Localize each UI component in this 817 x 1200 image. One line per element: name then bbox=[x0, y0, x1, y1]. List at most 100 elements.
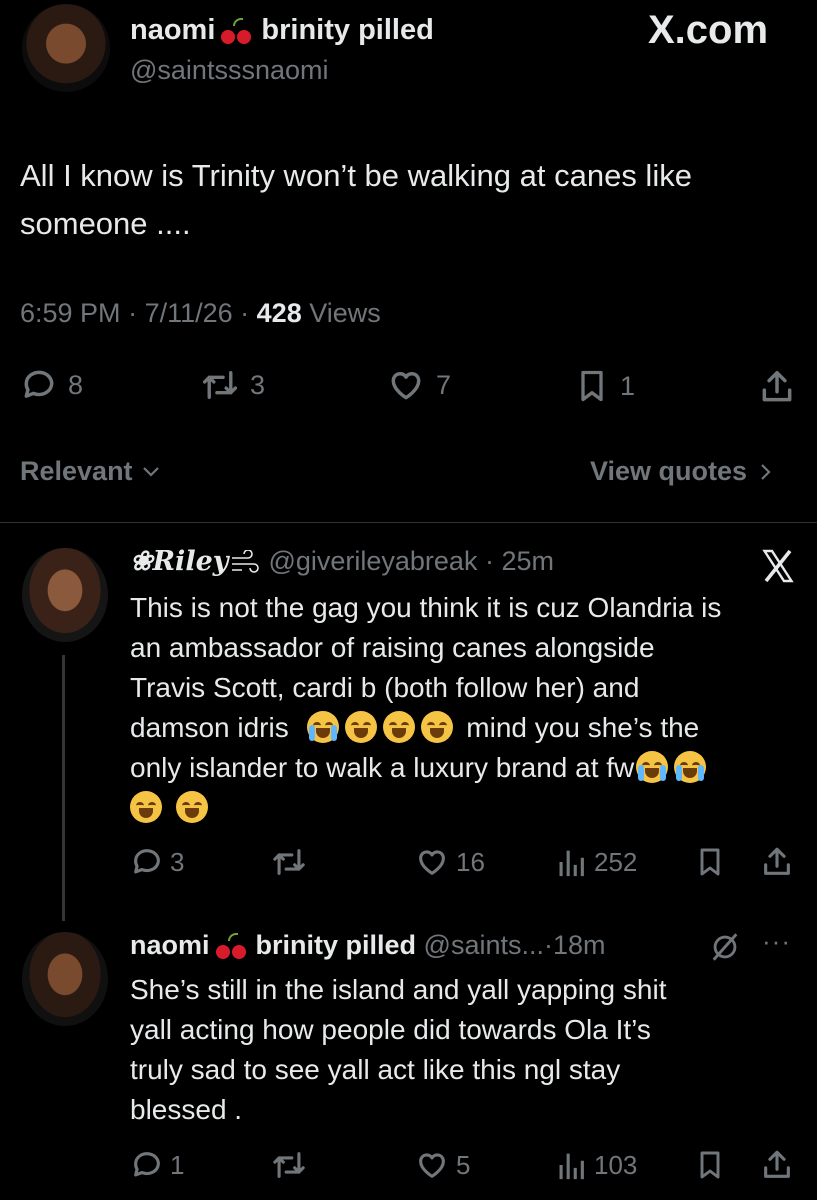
views-count: 428 bbox=[256, 298, 302, 328]
author-name-suffix: brinity pilled bbox=[261, 14, 434, 46]
like-count: 7 bbox=[436, 369, 452, 400]
reply-icon bbox=[24, 370, 54, 398]
tweet-text: All I know is Trinity won’t be walking a… bbox=[20, 152, 810, 248]
views-button[interactable]: 103 bbox=[556, 1148, 637, 1182]
repost-button[interactable] bbox=[270, 1148, 318, 1182]
reply-time[interactable]: 18m bbox=[553, 930, 606, 961]
reply-author-handle[interactable]: @giverileyabreak bbox=[268, 546, 477, 577]
repost-icon bbox=[273, 849, 305, 875]
reply-icon bbox=[134, 849, 160, 874]
reply-author-name-suffix[interactable]: brinity pilled bbox=[256, 930, 417, 961]
reply-text-line: yall acting how people did towards Ola I… bbox=[130, 1014, 651, 1045]
reply-button[interactable]: 1 bbox=[130, 1148, 184, 1182]
like-icon bbox=[391, 372, 421, 400]
laughing-cat-emoji bbox=[344, 711, 377, 743]
relevant-label: Relevant bbox=[20, 456, 133, 486]
author-name-row[interactable]: naomi brinity pilled bbox=[130, 14, 434, 47]
reply-author-handle[interactable]: @saints... bbox=[424, 930, 544, 961]
chevron-right-icon bbox=[761, 463, 771, 480]
share-button[interactable] bbox=[760, 843, 794, 881]
meta-separator: · bbox=[120, 298, 145, 328]
bookmark-button[interactable]: 1 bbox=[574, 366, 635, 406]
chevron-down-icon bbox=[142, 466, 159, 477]
avatar[interactable] bbox=[22, 932, 108, 1026]
laughing-cat-emoji bbox=[382, 711, 415, 743]
reply-text-line: an ambassador of raising canes alongside bbox=[130, 632, 655, 663]
text-segment: only islander to walk a luxury brand at … bbox=[130, 752, 635, 783]
laughing-cat-emoji bbox=[130, 791, 162, 823]
view-quotes-label: View quotes bbox=[590, 456, 748, 486]
tweet-text-line: All I know is Trinity won’t be walking a… bbox=[20, 158, 692, 193]
reply-count: 8 bbox=[68, 369, 84, 400]
divider bbox=[0, 522, 817, 523]
share-icon bbox=[764, 1150, 790, 1178]
share-icon bbox=[762, 371, 792, 402]
share-icon bbox=[764, 847, 790, 875]
crying-emoji bbox=[674, 751, 707, 783]
reply-text-line bbox=[130, 788, 805, 828]
bookmark-icon bbox=[700, 1151, 720, 1179]
bookmark-icon bbox=[700, 848, 720, 876]
bookmark-count: 1 bbox=[620, 370, 636, 401]
like-icon bbox=[419, 1153, 445, 1178]
reply-header: naomi brinity pilled @saints... · 18m bbox=[130, 930, 606, 961]
repost-icon bbox=[273, 1152, 305, 1178]
views-icon bbox=[559, 850, 584, 877]
reply-button[interactable]: 8 bbox=[20, 366, 83, 404]
reply-text-line: This is not the gag you think it is cuz … bbox=[130, 592, 722, 623]
reply-author-name[interactable]: ❀Riley bbox=[130, 546, 228, 577]
like-button[interactable]: 5 bbox=[414, 1148, 470, 1182]
reply-button[interactable]: 3 bbox=[130, 845, 184, 879]
reply-time[interactable]: 25m bbox=[501, 546, 554, 577]
like-button[interactable]: 16 bbox=[414, 845, 485, 879]
like-count: 5 bbox=[456, 1149, 471, 1180]
like-button[interactable]: 7 bbox=[386, 366, 451, 404]
reply-text-line: only islander to walk a luxury brand at … bbox=[130, 748, 805, 788]
thread-line bbox=[62, 655, 65, 921]
cherry-emoji bbox=[215, 932, 250, 959]
reply-count: 3 bbox=[170, 846, 185, 877]
author-name: naomi bbox=[130, 14, 216, 46]
more-options-button[interactable]: ··· bbox=[762, 926, 791, 957]
avatar[interactable] bbox=[22, 548, 108, 642]
repost-icon bbox=[202, 371, 238, 399]
crying-emoji bbox=[636, 751, 669, 783]
tweet-meta: 6:59 PM · 7/11/26 · 428 Views bbox=[20, 298, 381, 329]
repost-button[interactable] bbox=[270, 845, 318, 879]
text-segment: mind you she’s the bbox=[466, 712, 700, 743]
tweet-date[interactable]: 7/11/26 bbox=[145, 298, 233, 329]
crying-emoji bbox=[306, 711, 339, 743]
views-button[interactable]: 252 bbox=[556, 845, 637, 879]
wind-icon bbox=[232, 549, 260, 573]
tweet-time[interactable]: 6:59 PM bbox=[20, 298, 121, 329]
bookmark-button[interactable] bbox=[694, 1148, 726, 1182]
views-icon bbox=[559, 1153, 584, 1180]
avatar[interactable] bbox=[22, 4, 110, 92]
reply-icon bbox=[134, 1152, 160, 1177]
reply-author-name[interactable]: naomi bbox=[130, 930, 210, 961]
reply-text: She’s still in the island and yall yappi… bbox=[130, 970, 805, 1130]
reply-text-line: damson idris mind you she’s the bbox=[130, 708, 805, 748]
share-button[interactable] bbox=[758, 366, 796, 408]
reply-text-line: Travis Scott, cardi b (both follow her) … bbox=[130, 672, 640, 703]
share-button[interactable] bbox=[760, 1146, 794, 1184]
laughing-cat-emoji bbox=[176, 791, 208, 823]
views-count: 103 bbox=[594, 1149, 638, 1180]
author-handle[interactable]: @saintsssnaomi bbox=[130, 55, 328, 86]
views-label: Views bbox=[309, 298, 381, 328]
laughing-cat-emoji bbox=[420, 711, 453, 743]
tweet-text-line: someone .... bbox=[20, 206, 191, 241]
view-quotes-link[interactable]: View quotes bbox=[590, 456, 777, 487]
text-segment: damson idris bbox=[130, 712, 289, 743]
reply-text-line: truly sad to see yall act like this ngl … bbox=[130, 1054, 621, 1085]
watermark: X.com bbox=[648, 8, 769, 52]
grok-icon[interactable] bbox=[708, 930, 742, 964]
repost-button[interactable]: 3 bbox=[200, 366, 265, 404]
reply-header: ❀Riley @giverileyabreak · 25m bbox=[130, 546, 554, 577]
reply-text-line: She’s still in the island and yall yappi… bbox=[130, 974, 667, 1005]
repost-count: 3 bbox=[250, 369, 266, 400]
bookmark-button[interactable] bbox=[694, 845, 726, 879]
x-logo-icon bbox=[762, 549, 794, 583]
relevant-sort-dropdown[interactable]: Relevant bbox=[20, 456, 163, 487]
reply-text-line: blessed . bbox=[130, 1094, 243, 1125]
